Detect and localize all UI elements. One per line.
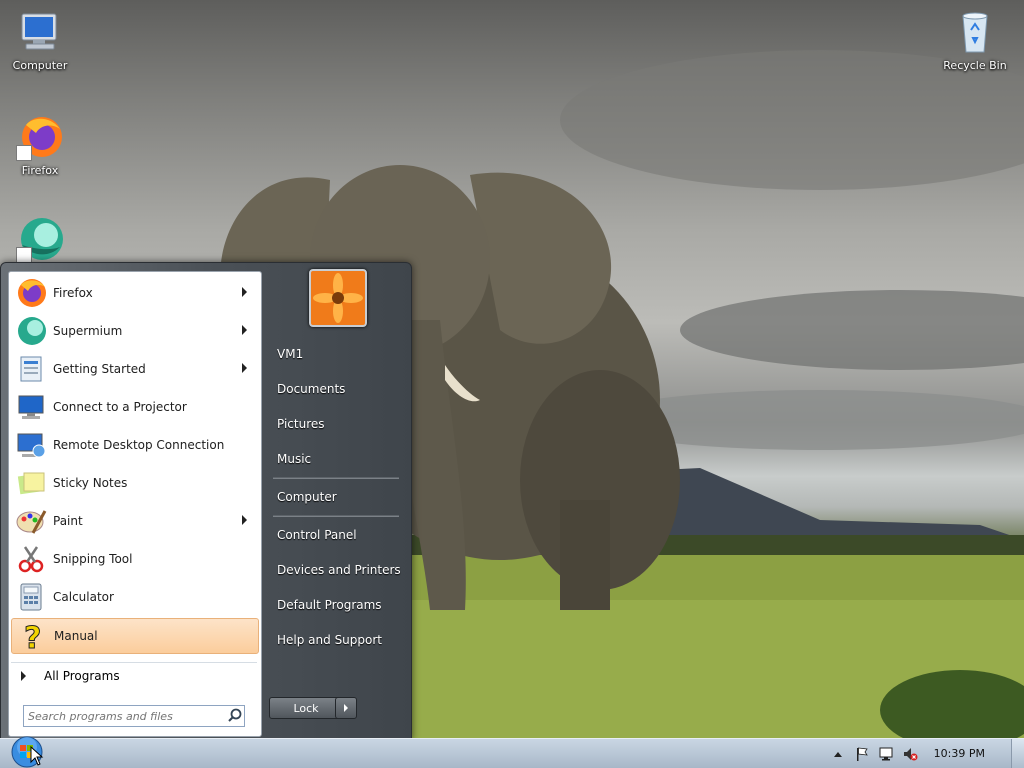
desktop-icon-label: Recycle Bin [943,59,1007,72]
place-control-panel[interactable]: Control Panel [269,522,403,548]
lock-button[interactable]: Lock [269,697,343,719]
place-music[interactable]: Music [269,446,403,472]
shutdown-options-arrow-button[interactable] [335,697,357,719]
program-item-label: Paint [53,514,83,528]
shortcut-arrow-icon [16,145,32,161]
system-tray: 10:39 PM [826,739,1024,768]
firefox-icon [15,277,47,309]
place-label: Devices and Printers [277,563,401,577]
taskbar: 10:39 PM [0,736,1024,768]
place-label: Default Programs [277,598,382,612]
program-item-firefox[interactable]: Firefox [11,276,257,310]
help-icon: ? [16,620,48,657]
place-label: Documents [277,382,346,396]
supermium-icon [15,315,47,347]
chevron-right-icon [344,704,348,712]
place-label: Computer [277,490,337,504]
sticky-notes-icon [15,467,47,499]
volume-muted-icon[interactable] [902,746,918,762]
program-item-calculator[interactable]: Calculator [11,580,257,614]
all-programs-label: All Programs [44,669,120,683]
program-item-label: Getting Started [53,362,146,376]
recycle-bin-icon [951,8,999,56]
desktop-icon-supermium[interactable] [0,215,80,266]
start-menu: Firefox Supermium Getting Started Connec… [0,262,412,740]
separator [273,477,399,479]
program-item-snipping-tool[interactable]: Snipping Tool [11,542,257,576]
firefox-icon [16,113,64,161]
place-label: Help and Support [277,633,382,647]
action-center-flag-icon[interactable] [854,746,870,762]
place-devices-and-printers[interactable]: Devices and Printers [269,557,403,583]
calculator-icon [15,581,47,613]
submenu-arrow-icon[interactable] [242,515,247,525]
place-help-and-support[interactable]: Help and Support [269,627,403,653]
desktop-icon-firefox[interactable]: Firefox [0,113,80,177]
search-box[interactable] [23,705,245,727]
paint-icon [15,505,47,537]
program-item-connect-to-projector[interactable]: Connect to a Projector [11,390,257,424]
place-default-programs[interactable]: Default Programs [269,592,403,618]
flower-icon [311,271,365,325]
place-user-vm1[interactable]: VM1 [269,341,403,367]
place-label: Music [277,452,312,466]
submenu-arrow-icon[interactable] [242,363,247,373]
desktop-icon-recycle-bin[interactable]: Recycle Bin [935,8,1015,72]
svg-text:?: ? [24,621,41,652]
computer-icon [16,8,64,56]
show-desktop-button[interactable] [1011,739,1024,768]
place-label: VM1 [277,347,304,361]
getting-started-icon [15,353,47,385]
projector-icon [15,391,47,423]
start-menu-programs-pane: Firefox Supermium Getting Started Connec… [8,271,262,737]
program-item-label: Firefox [53,286,93,300]
all-programs-button[interactable]: All Programs [11,662,257,689]
program-item-label: Manual [54,629,98,643]
program-item-getting-started[interactable]: Getting Started [11,352,257,386]
program-item-sticky-notes[interactable]: Sticky Notes [11,466,257,500]
place-computer[interactable]: Computer [269,484,403,510]
remote-desktop-icon [15,429,47,461]
program-item-label: Calculator [53,590,114,604]
submenu-arrow-icon[interactable] [242,287,247,297]
place-documents[interactable]: Documents [269,376,403,402]
snipping-tool-icon [15,543,47,575]
desktop-icon-label: Computer [12,59,68,72]
program-item-paint[interactable]: Paint [11,504,257,538]
program-item-manual[interactable]: ? Manual [11,618,259,657]
shortcut-arrow-icon [16,247,32,263]
expand-arrow-icon [21,671,26,681]
submenu-arrow-icon[interactable] [242,325,247,335]
taskbar-clock[interactable]: 10:39 PM [922,747,1011,760]
user-picture[interactable] [309,269,367,327]
program-item-label: Supermium [53,324,123,338]
place-label: Control Panel [277,528,357,542]
program-item-label: Remote Desktop Connection [53,438,225,452]
program-item-supermium[interactable]: Supermium [11,314,257,348]
start-menu-places-pane: VM1 Documents Pictures Music Computer Co… [263,263,409,733]
search-icon[interactable] [226,707,244,725]
separator [273,515,399,517]
program-item-label: Snipping Tool [53,552,133,566]
desktop-icon-computer[interactable]: Computer [0,8,80,72]
program-item-label: Sticky Notes [53,476,128,490]
desktop-icon-label: Firefox [21,164,59,177]
place-pictures[interactable]: Pictures [269,411,403,437]
supermium-icon [16,215,64,263]
program-item-label: Connect to a Projector [53,400,187,414]
program-item-remote-desktop[interactable]: Remote Desktop Connection [11,428,257,462]
place-label: Pictures [277,417,325,431]
search-input[interactable] [24,706,226,726]
network-disconnected-icon[interactable] [878,746,894,762]
show-hidden-icon[interactable] [830,746,846,762]
mouse-cursor-icon [30,746,44,766]
